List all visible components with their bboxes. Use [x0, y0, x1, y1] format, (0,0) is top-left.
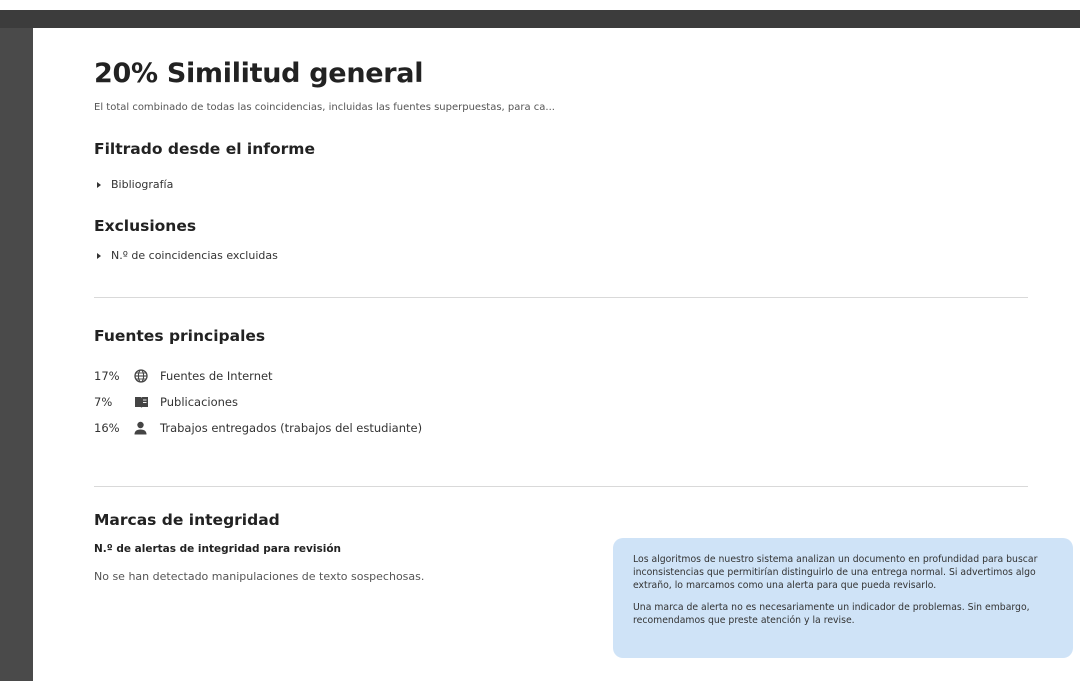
person-icon	[134, 421, 160, 435]
expand-triangle-icon	[97, 181, 101, 188]
exclusions-heading: Exclusiones	[94, 217, 197, 235]
source-row-publications[interactable]: 7% Publicaciones	[94, 395, 238, 409]
source-percent: 7%	[94, 395, 113, 409]
info-paragraph-2: Una marca de alerta no es necesariamente…	[633, 602, 1030, 627]
expand-triangle-icon	[97, 252, 101, 259]
report-page: 20% Similitud general El total combinado…	[33, 28, 1080, 681]
filtered-item-label: Bibliografía	[111, 178, 174, 191]
source-label: Publicaciones	[160, 395, 238, 409]
integrity-info-box: Los algoritmos de nuestro sistema analiz…	[613, 538, 1073, 658]
page-title: 20% Similitud general	[94, 58, 424, 89]
source-label: Fuentes de Internet	[160, 369, 273, 383]
integrity-none-text: No se han detectado manipulaciones de te…	[94, 570, 425, 583]
viewer-toolbar-strip	[0, 10, 1080, 28]
filtered-heading: Filtrado desde el informe	[94, 140, 315, 158]
section-divider	[94, 486, 1028, 487]
source-percent: 16%	[94, 421, 120, 435]
integrity-heading: Marcas de integridad	[94, 511, 280, 529]
sources-heading: Fuentes principales	[94, 327, 266, 345]
page-subtitle: El total combinado de todas las coincide…	[94, 102, 555, 113]
source-row-internet[interactable]: 17% Fuentes de Internet	[94, 369, 273, 383]
filtered-item-bibliography[interactable]: Bibliografía	[94, 178, 173, 191]
section-divider	[94, 297, 1028, 298]
exclusions-item[interactable]: N.º de coincidencias excluidas	[94, 249, 278, 262]
info-paragraph-1: Los algoritmos de nuestro sistema analiz…	[633, 554, 1038, 591]
top-bar	[0, 0, 1080, 10]
globe-icon	[134, 369, 160, 383]
source-percent: 17%	[94, 369, 120, 383]
source-row-student-papers[interactable]: 16% Trabajos entregados (trabajos del es…	[94, 421, 422, 435]
integrity-subheading: N.º de alertas de integridad para revisi…	[94, 543, 342, 555]
source-label: Trabajos entregados (trabajos del estudi…	[160, 421, 423, 435]
book-icon	[134, 396, 160, 409]
exclusions-item-label: N.º de coincidencias excluidas	[111, 249, 278, 262]
